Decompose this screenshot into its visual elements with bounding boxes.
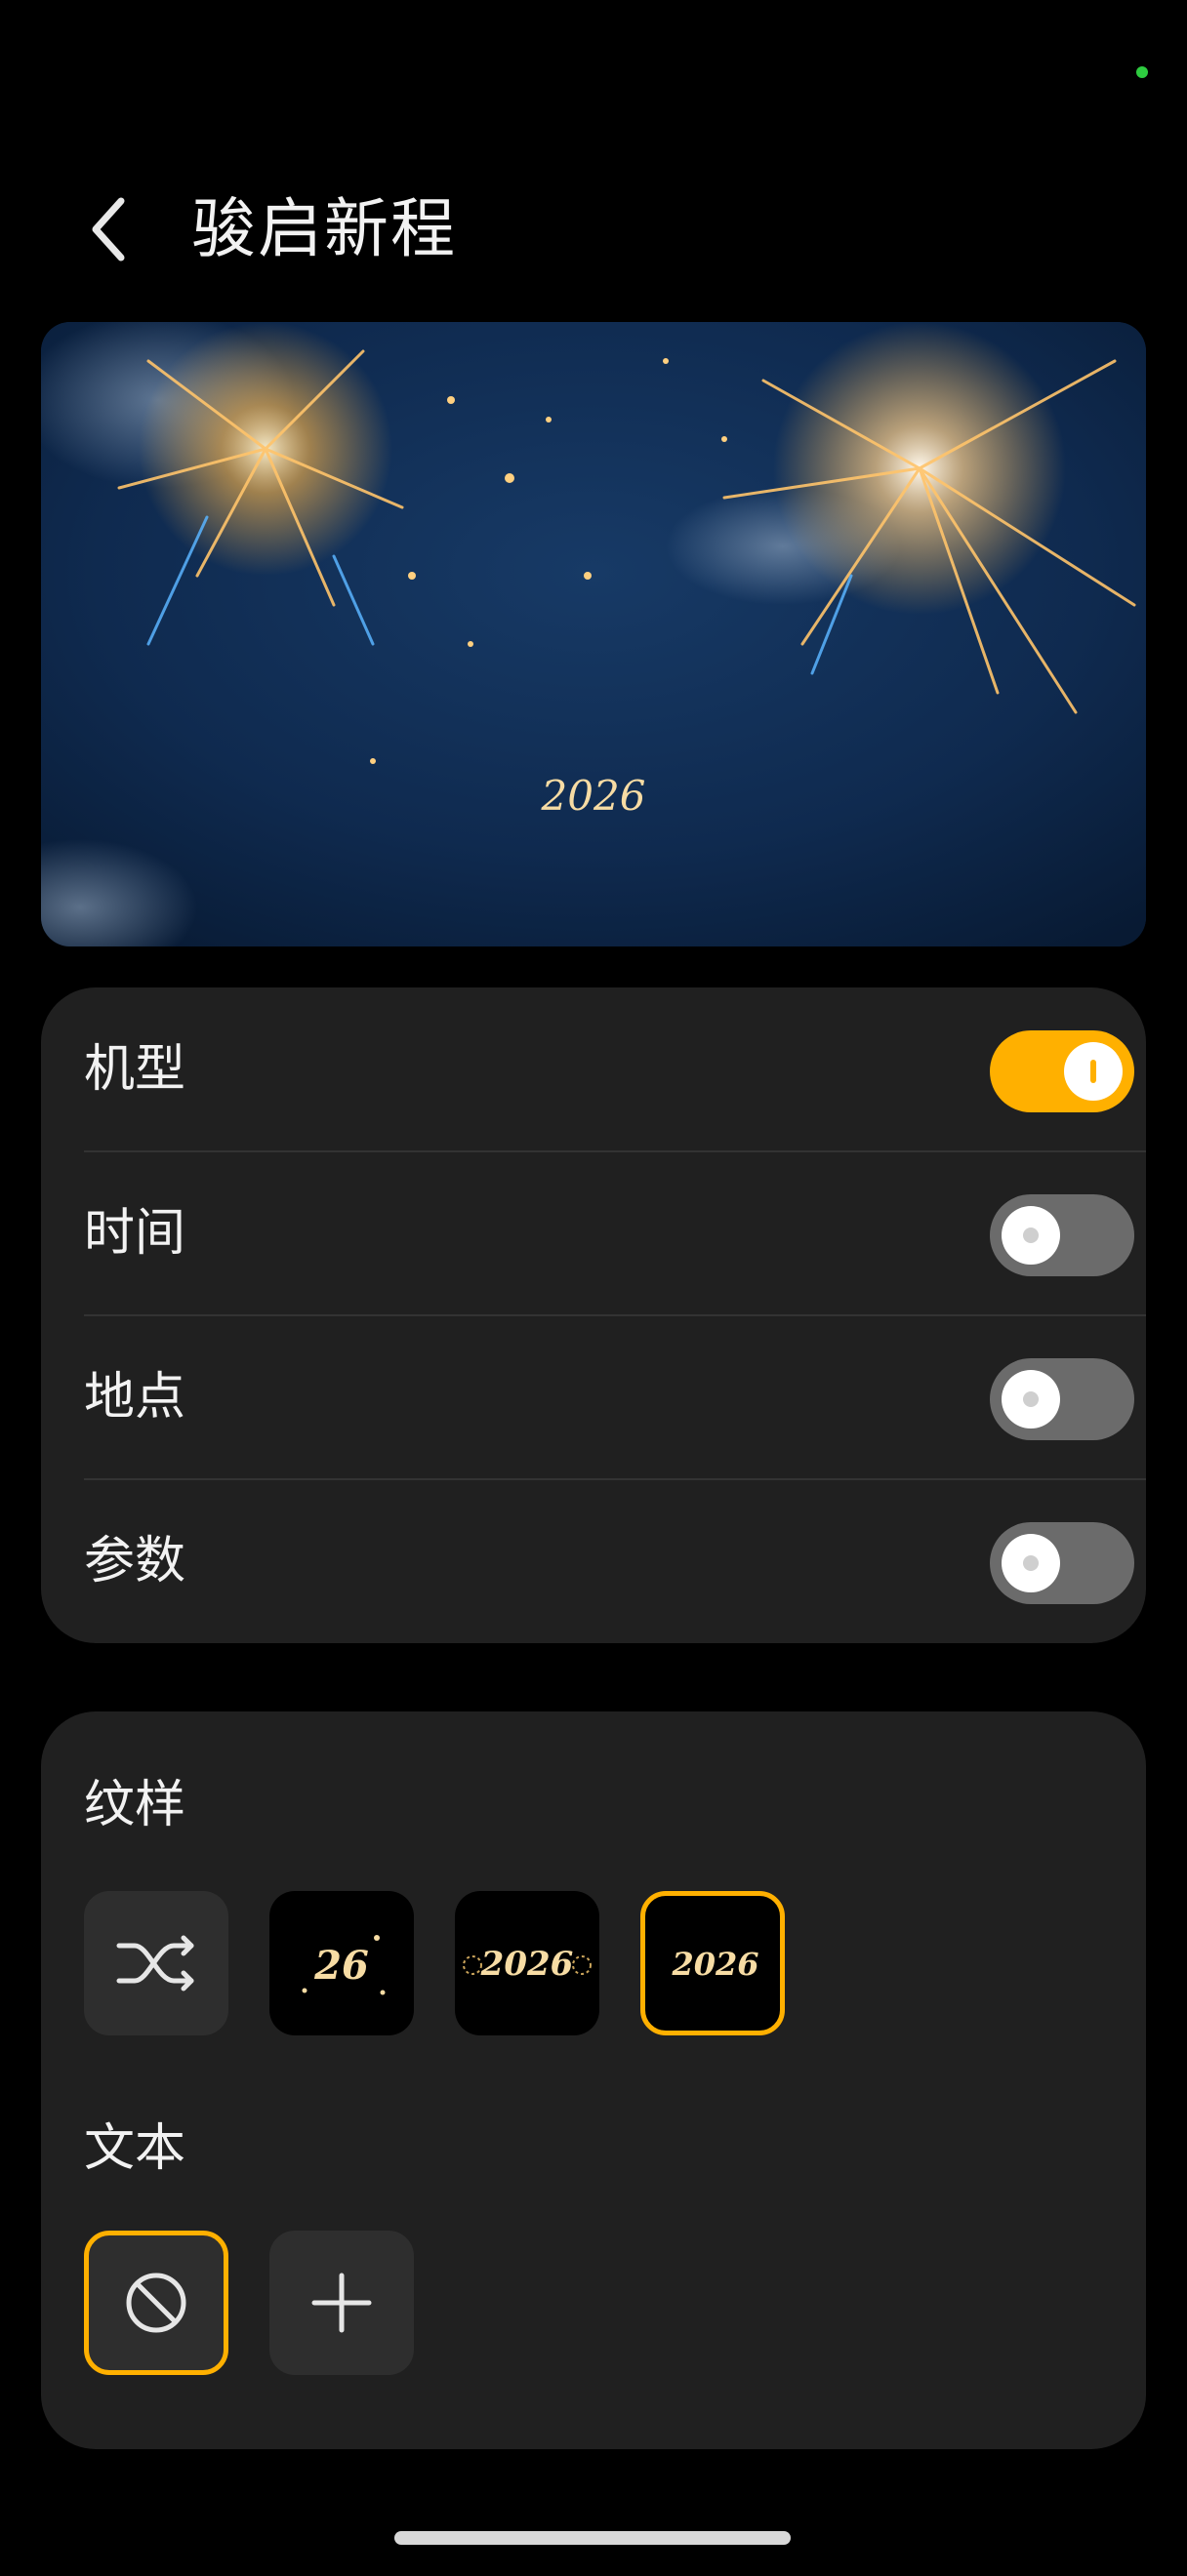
pattern-option-4[interactable]: 2026 (640, 1891, 785, 2035)
back-button[interactable] (84, 190, 162, 268)
toggle-label: 时间 (84, 1204, 186, 1263)
toggle-knob (1002, 1534, 1060, 1592)
pattern-random-option[interactable] (84, 1891, 228, 2035)
toggle-knob (1002, 1370, 1060, 1429)
preview-image: 2026 (41, 322, 1146, 946)
home-indicator[interactable] (394, 2531, 791, 2545)
text-section-label: 文本 (84, 2119, 186, 2178)
svg-text:26: 26 (313, 1943, 369, 1989)
toggle-knob (1002, 1206, 1060, 1265)
toggle-knob (1064, 1042, 1123, 1101)
add-text-button[interactable] (269, 2231, 414, 2375)
info-toggles-card: 机型 时间 地点 参数 (41, 987, 1146, 1643)
svg-text:2026: 2026 (671, 1946, 758, 1983)
pattern-section-label: 纹样 (84, 1776, 186, 1834)
toggle-label: 地点 (84, 1368, 186, 1427)
toggle-row-time: 时间 (84, 1151, 1146, 1315)
toggle-row-model: 机型 (84, 987, 1146, 1151)
svg-text:2026: 2026 (541, 772, 646, 820)
chevron-left-icon (92, 197, 125, 262)
status-indicator-dot (1136, 66, 1148, 78)
page-title: 骏启新程 (191, 191, 457, 266)
location-toggle[interactable] (990, 1358, 1134, 1440)
svg-text:2026: 2026 (480, 1945, 574, 1984)
toggle-label: 机型 (84, 1040, 186, 1099)
toggle-label: 参数 (84, 1532, 186, 1590)
pattern-thumb: 26 (302, 1935, 386, 1995)
horse-2026-logo: 2026 (541, 772, 646, 820)
pattern-option-3[interactable]: 2026 (455, 1891, 599, 2035)
toggle-row-location: 地点 (84, 1315, 1146, 1479)
time-toggle[interactable] (990, 1194, 1134, 1276)
text-none-option[interactable] (84, 2231, 228, 2375)
pattern-thumb: 2026 (671, 1946, 758, 1983)
style-options-card: 纹样 26 2026 2026 文本 (41, 1711, 1146, 2449)
header: 骏启新程 (0, 166, 1187, 293)
plus-icon (311, 2273, 372, 2333)
toggle-row-params: 参数 (84, 1479, 1146, 1643)
pattern-thumb: 2026 (463, 1945, 592, 1984)
shuffle-icon (116, 1935, 194, 1992)
none-icon (126, 2273, 186, 2333)
model-toggle[interactable] (990, 1030, 1134, 1112)
pattern-option-2[interactable]: 26 (269, 1891, 414, 2035)
params-toggle[interactable] (990, 1522, 1134, 1604)
